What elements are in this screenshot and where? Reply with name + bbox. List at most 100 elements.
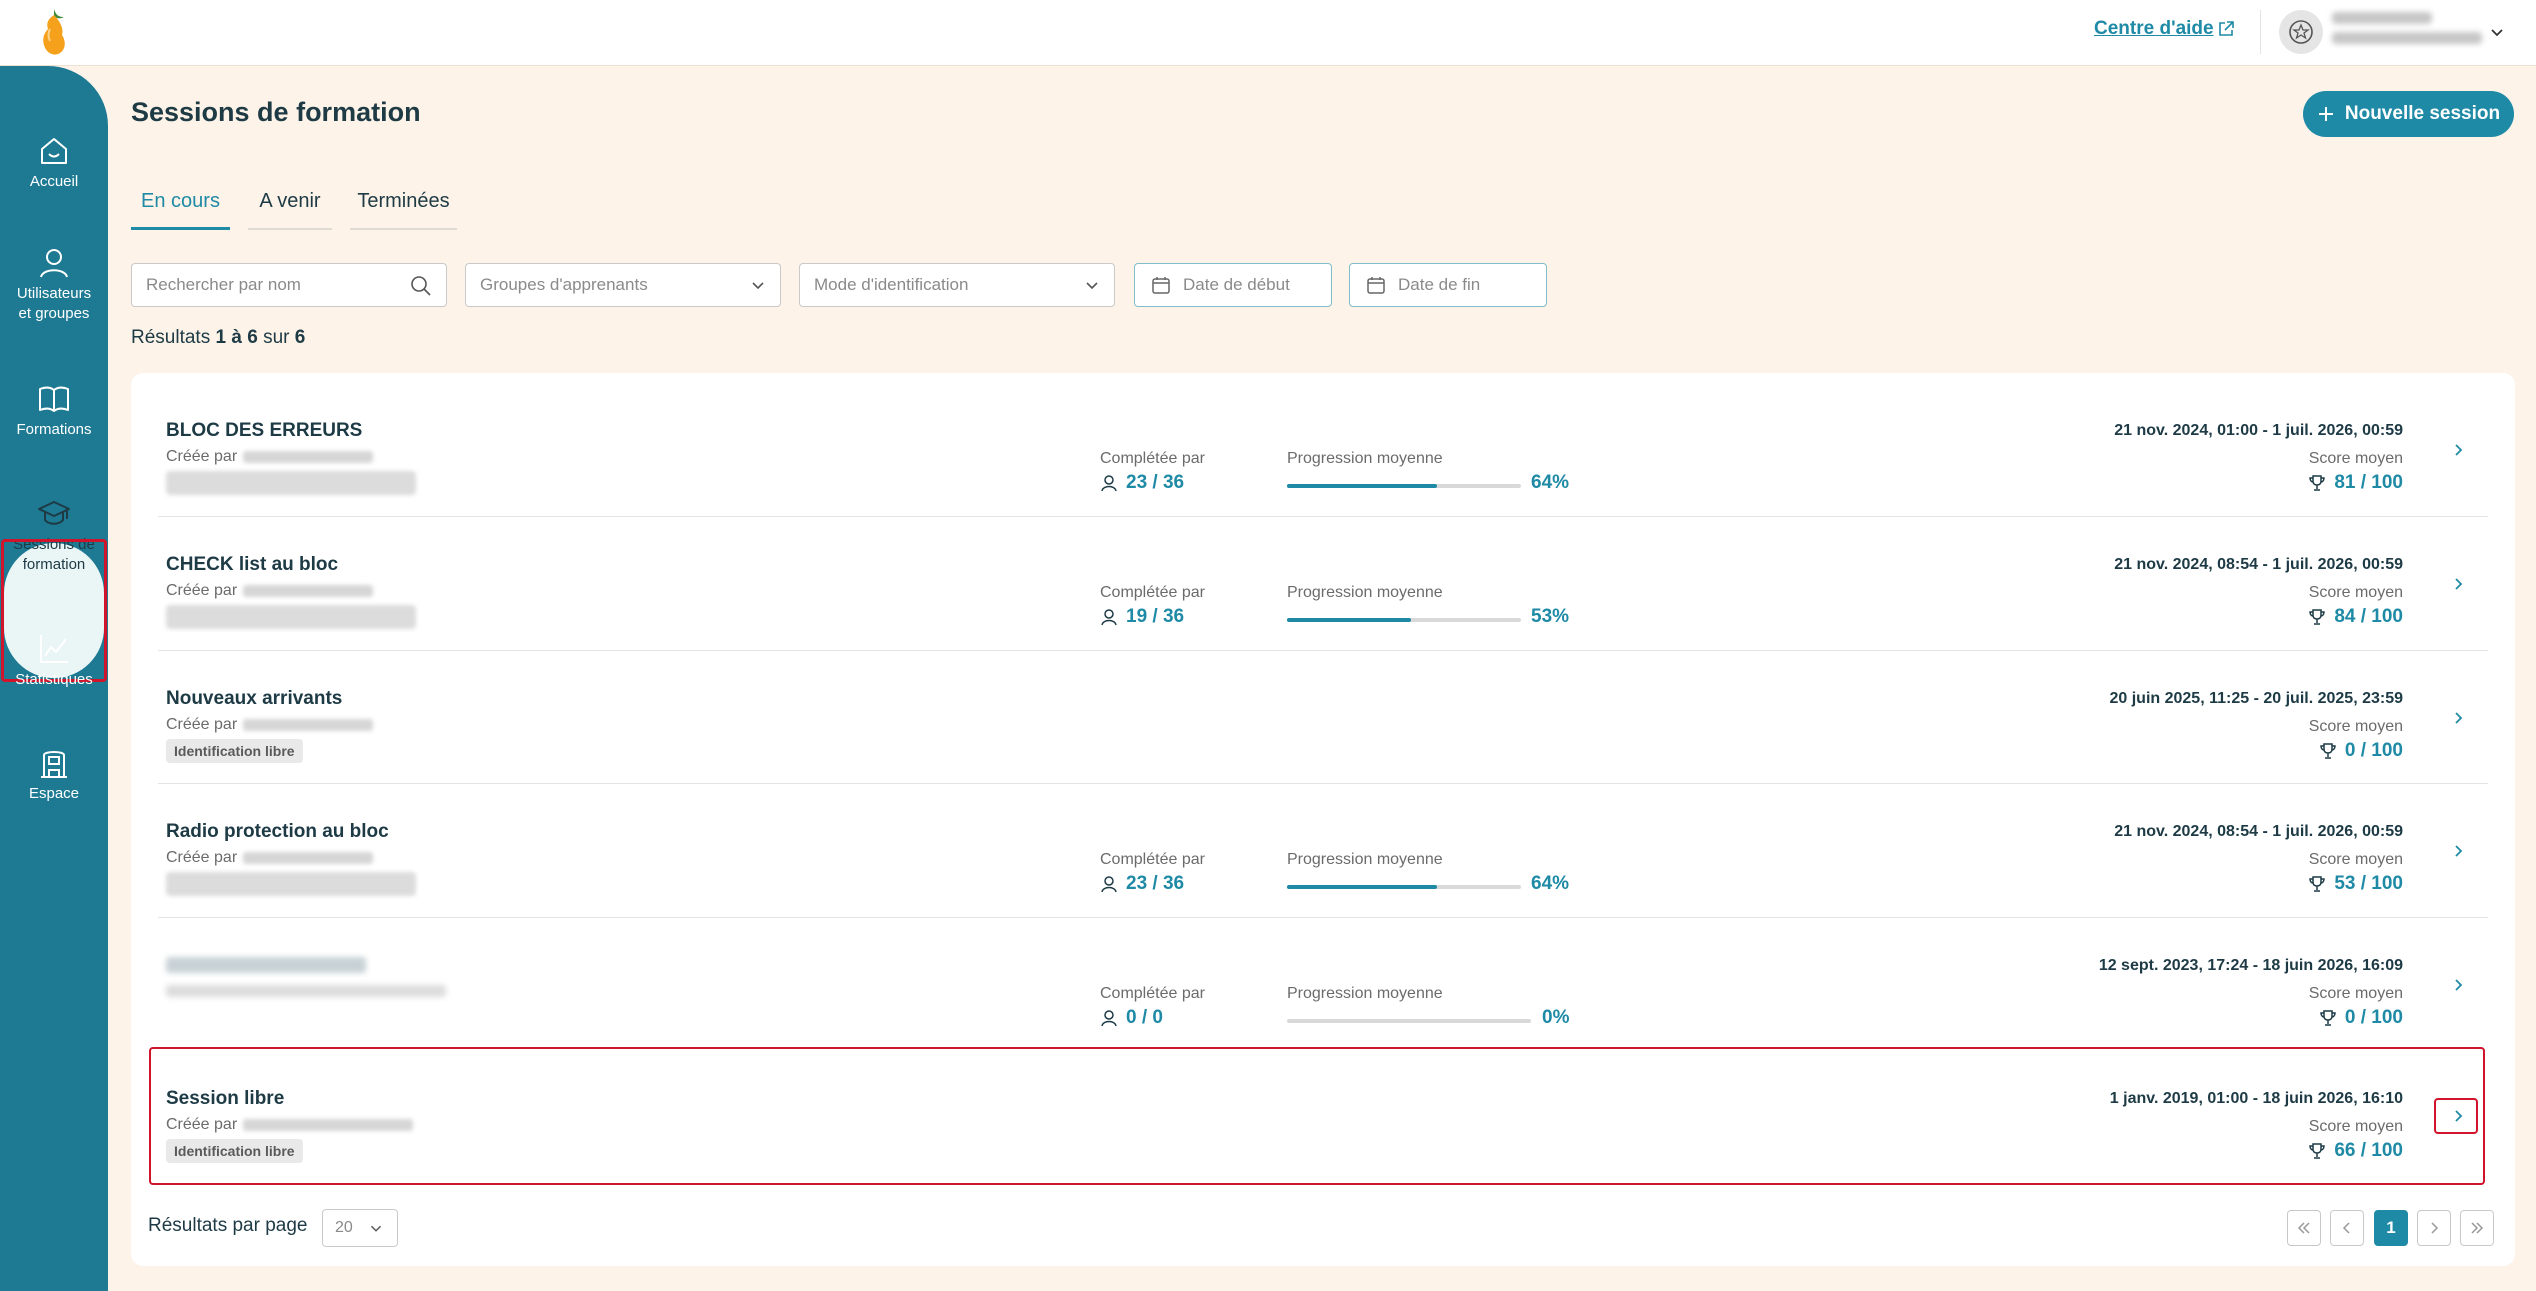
session-dates: 21 nov. 2024, 01:00 - 1 juil. 2026, 00:5… xyxy=(2114,422,2403,439)
chevron-right-icon xyxy=(2431,1222,2439,1234)
chevron-down-icon[interactable] xyxy=(2487,22,2507,42)
new-session-label: Nouvelle session xyxy=(2344,103,2501,124)
avg-score-label: Score moyen xyxy=(2308,450,2403,467)
trophy-icon xyxy=(2309,876,2326,892)
trophy-icon xyxy=(2320,1010,2336,1026)
session-row[interactable]: Nouveaux arrivants Créée par Identificat… xyxy=(158,652,2488,784)
progress-fill xyxy=(1287,618,1412,622)
completed-by-label: Complétée par xyxy=(1100,450,1205,467)
session-dates: 12 sept. 2023, 17:24 - 18 juin 2026, 16:… xyxy=(2098,957,2403,974)
chart-line-icon xyxy=(40,635,68,663)
new-session-button[interactable]: Nouvelle session xyxy=(2303,91,2514,137)
trophy-icon xyxy=(2320,743,2336,759)
avg-score-value: 81 / 100 xyxy=(2308,472,2403,494)
avg-score-value: 0 / 100 xyxy=(2319,1007,2403,1029)
chevron-down-icon xyxy=(370,1225,382,1232)
avg-progress-label: Progression moyenne xyxy=(1287,584,1443,601)
session-dates: 21 nov. 2024, 08:54 - 1 juil. 2026, 00:5… xyxy=(2114,823,2403,840)
trophy-icon xyxy=(2309,609,2326,625)
tab-finished[interactable]: Terminées xyxy=(350,186,457,230)
sidebar-item-label: Accueil xyxy=(29,173,79,190)
chevron-right-icon[interactable] xyxy=(2448,440,2468,460)
chevron-down-icon xyxy=(1086,282,1098,290)
avg-progress-label: Progression moyenne xyxy=(1287,851,1443,868)
created-by: Créée par xyxy=(166,448,374,466)
per-page-select[interactable]: 20 xyxy=(322,1209,398,1247)
search-placeholder: Rechercher par nom xyxy=(146,275,301,294)
avg-score-value: 0 / 100 xyxy=(2319,740,2403,762)
chevron-right-icon[interactable] xyxy=(2448,841,2468,861)
last-page-button[interactable] xyxy=(2460,1210,2494,1246)
start-date-picker[interactable]: Date de début xyxy=(1134,263,1332,307)
sidebar-item-label: Statistiques xyxy=(15,671,93,688)
page-title: Sessions de formation xyxy=(131,97,421,127)
completed-by-label: Complétée par xyxy=(1100,985,1205,1002)
identification-mode-select[interactable]: Mode d'identification xyxy=(799,263,1115,307)
chevron-down-icon xyxy=(752,282,764,290)
completed-by-value: 0 / 0 xyxy=(1100,1007,1163,1029)
avg-score-label: Score moyen xyxy=(2308,851,2403,868)
calendar-icon xyxy=(1152,277,1170,294)
chevrons-left-icon xyxy=(2297,1222,2310,1234)
avg-score-label: Score moyen xyxy=(2308,718,2403,735)
top-bar: Centre d'aide xyxy=(0,0,2536,66)
tab-in-progress[interactable]: En cours xyxy=(131,186,230,230)
session-row[interactable]: BLOC DES ERREURS Créée par Complétée par… xyxy=(158,384,2488,516)
chevron-right-icon[interactable] xyxy=(2448,574,2468,594)
next-page-button[interactable] xyxy=(2417,1210,2451,1246)
chevron-right-icon[interactable] xyxy=(2448,975,2468,995)
user-icon xyxy=(1101,876,1117,893)
tab-upcoming[interactable]: A venir xyxy=(248,186,332,230)
page-button-current[interactable]: 1 xyxy=(2374,1210,2408,1246)
end-date-picker[interactable]: Date de fin xyxy=(1349,263,1547,307)
avatar[interactable] xyxy=(2279,10,2323,54)
plus-icon xyxy=(2318,107,2333,121)
app-logo[interactable] xyxy=(34,5,74,61)
avg-score-value: 84 / 100 xyxy=(2308,606,2403,628)
progress-fill xyxy=(1287,484,1437,488)
chevron-right-icon[interactable] xyxy=(2448,708,2468,728)
session-title: Nouveaux arrivants xyxy=(166,688,343,709)
session-title: Radio protection au bloc xyxy=(166,821,389,842)
previous-page-button[interactable] xyxy=(2330,1210,2364,1246)
created-by: Créée par xyxy=(166,582,374,600)
sidebar-item-label: et groupes xyxy=(18,305,90,322)
user-icon xyxy=(40,249,68,278)
row-divider xyxy=(158,650,2488,651)
avg-progress-label: Progression moyenne xyxy=(1287,985,1443,1002)
help-center-link[interactable]: Centre d'aide xyxy=(2094,18,2214,40)
avg-progress-label: Progression moyenne xyxy=(1287,450,1443,467)
identification-chip: Identification libre xyxy=(166,739,303,763)
progress-bar xyxy=(1287,618,1521,622)
sidebar-item-statistics[interactable]: Statistiques xyxy=(0,632,108,690)
sidebar: Accueil Utilisateurs et groupes Formatio… xyxy=(0,66,108,1291)
completed-by-value: 23 / 36 xyxy=(1100,873,1184,895)
completed-by-label: Complétée par xyxy=(1100,584,1205,601)
completed-by-value: 23 / 36 xyxy=(1100,472,1184,494)
avg-score-value: 53 / 100 xyxy=(2308,873,2403,895)
graduation-cap-icon xyxy=(38,501,70,525)
session-title: CHECK list au bloc xyxy=(166,554,339,575)
created-by: Créée par xyxy=(166,849,374,867)
session-dates: 21 nov. 2024, 08:54 - 1 juil. 2026, 00:5… xyxy=(2114,556,2403,573)
header-divider xyxy=(2260,10,2261,54)
per-page-value: 20 xyxy=(335,1219,353,1236)
sidebar-item-users-groups[interactable]: Utilisateurs et groupes xyxy=(0,246,108,324)
session-title-redacted xyxy=(166,957,366,973)
identification-mode-value: Mode d'identification xyxy=(814,275,969,294)
sidebar-item-home[interactable]: Accueil xyxy=(0,134,108,192)
session-row[interactable]: CHECK list au bloc Créée par Complétée p… xyxy=(158,518,2488,650)
learner-groups-value: Groupes d'apprenants xyxy=(480,275,648,294)
sidebar-item-trainings[interactable]: Formations xyxy=(0,382,108,440)
results-count: Résultats 1 à 6 sur 6 xyxy=(131,327,306,348)
group-chip xyxy=(166,605,416,629)
first-page-button[interactable] xyxy=(2287,1210,2321,1246)
end-date-placeholder: Date de fin xyxy=(1398,275,1481,294)
search-input[interactable]: Rechercher par nom xyxy=(131,263,447,307)
session-row[interactable]: Radio protection au bloc Créée par Compl… xyxy=(158,785,2488,917)
learner-groups-select[interactable]: Groupes d'apprenants xyxy=(465,263,781,307)
sidebar-item-space[interactable]: Espace xyxy=(0,746,108,804)
session-row[interactable]: Complétée par 0 / 0 Progression moyenne … xyxy=(158,919,2488,1051)
completed-by-value: 19 / 36 xyxy=(1100,606,1184,628)
user-info[interactable] xyxy=(2332,12,2482,52)
